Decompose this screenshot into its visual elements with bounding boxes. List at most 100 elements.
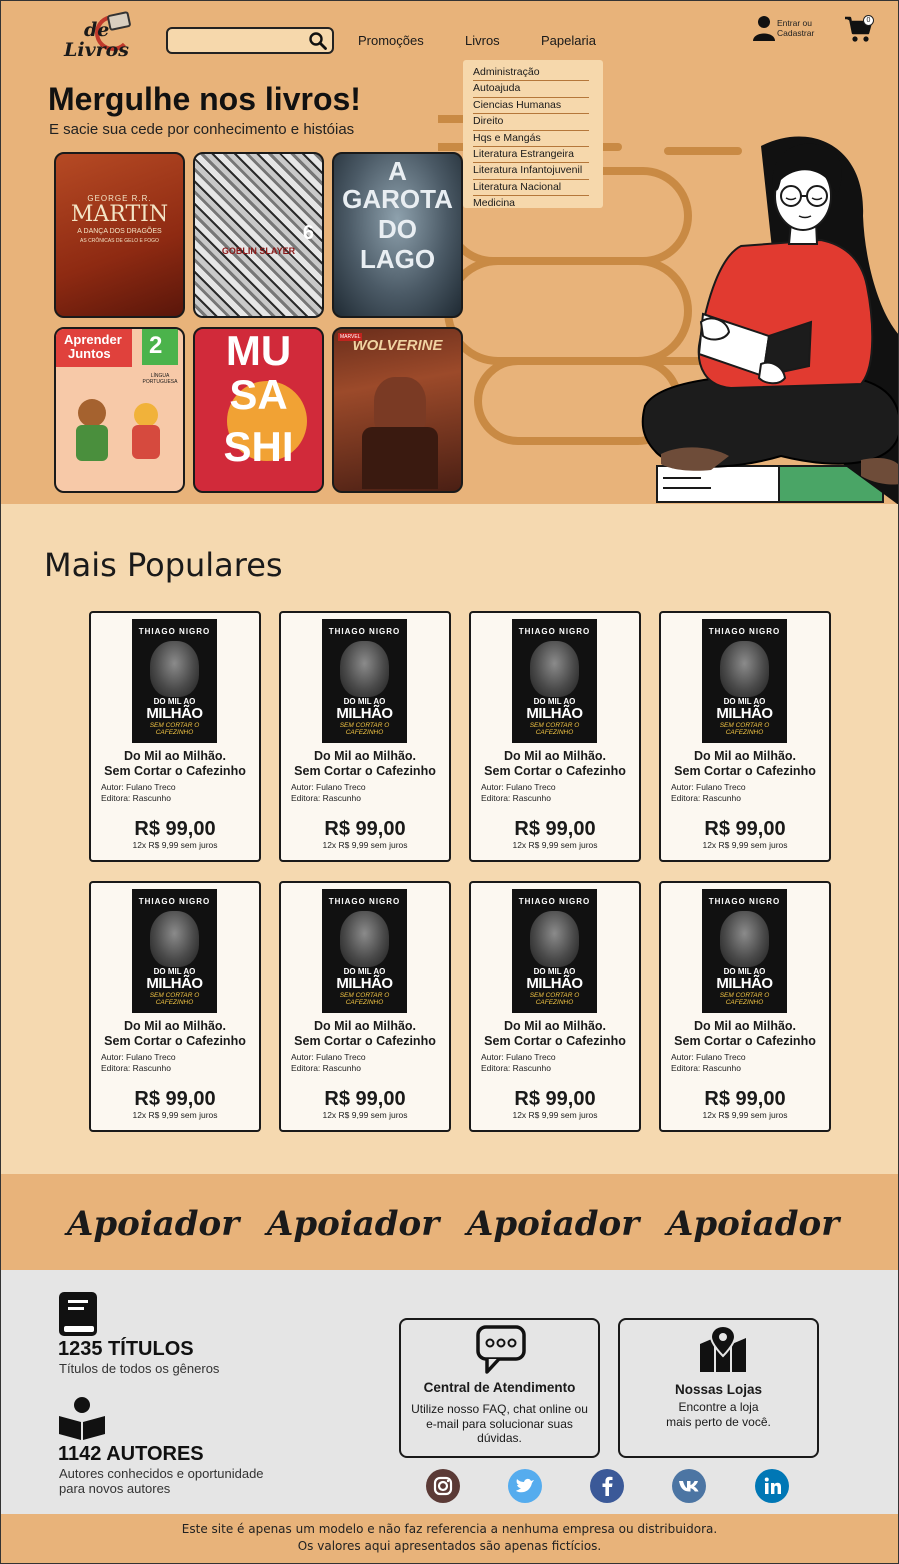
product-author: Autor: Fulano Treco [671, 1052, 746, 1062]
product-meta: Autor: Fulano Treco Editora: Rascunho [101, 782, 176, 804]
product-meta: Autor: Fulano Treco Editora: Rascunho [671, 1052, 746, 1074]
product-cover[interactable]: THIAGO NIGRO DO MIL AO MILHÃO SEM CORTAR O … [512, 889, 597, 1013]
vk-icon[interactable] [672, 1469, 706, 1503]
product-cover[interactable]: THIAGO NIGRO DO MIL AO MILHÃO SEM CORTAR O … [702, 889, 787, 1013]
product-meta: Autor: Fulano Treco Editora: Rascunho [291, 782, 366, 804]
product-card[interactable]: THIAGO NIGRO DO MIL AO MILHÃO SEM CORTAR O … [279, 611, 451, 862]
product-cover[interactable]: THIAGO NIGRO DO MIL AO MILHÃO SEM CORTAR O … [132, 619, 217, 743]
product-title-line2: Sem Cortar o Cafezinho [104, 1033, 246, 1048]
product-title[interactable]: Do Mil ao Milhão. Sem Cortar o Cafezinho [91, 1019, 259, 1048]
stores-box[interactable]: Nossas Lojas Encontre a loja mais perto … [618, 1318, 819, 1458]
support-box[interactable]: Central de Atendimento Utilize nosso FAQ… [399, 1318, 600, 1458]
product-cover[interactable]: THIAGO NIGRO DO MIL AO MILHÃO SEM CORTAR O … [512, 619, 597, 743]
dropdown-item-literatura-nacional[interactable]: Literatura Nacional [473, 180, 589, 197]
sponsors-bar: Apoiador Apoiador Apoiador Apoiador [0, 1174, 899, 1270]
footer: Este site é apenas um modelo e não faz r… [0, 1514, 899, 1564]
login-button[interactable]: Entrar ou Cadastrar [753, 15, 833, 45]
support-text: Utilize nosso FAQ, chat online ou e-mail… [411, 1402, 588, 1445]
dropdown-item-administracao[interactable]: Administração [473, 65, 589, 82]
twitter-icon[interactable] [508, 1469, 542, 1503]
product-price: R$ 99,00 [324, 1088, 406, 1110]
product-card[interactable]: THIAGO NIGRO DO MIL AO MILHÃO SEM CORTAR O … [469, 611, 641, 862]
login-label-line2: Cadastrar [777, 28, 815, 38]
book-cover-goblin-slayer[interactable]: 6 GOBLIN SLAYER [193, 152, 324, 318]
product-cover[interactable]: THIAGO NIGRO DO MIL AO MILHÃO SEM CORTAR O … [702, 619, 787, 743]
dropdown-item-direito[interactable]: Direito [473, 114, 589, 131]
product-card[interactable]: THIAGO NIGRO DO MIL AO MILHÃO SEM CORTAR O … [659, 611, 831, 862]
dropdown-item-hqs-mangas[interactable]: Hqs e Mangás [473, 131, 589, 148]
facebook-icon[interactable] [590, 1469, 624, 1503]
cover-subtitle: SEM CORTAR O CAFEZINHO [149, 992, 200, 1006]
cover-text: A DANÇA DOS DRAGÕES [77, 228, 162, 235]
livros-dropdown-menu: Administração Autoajuda Ciencias Humanas… [463, 60, 603, 211]
product-card[interactable]: THIAGO NIGRO DO MIL AO MILHÃO SEM CORTAR O … [659, 881, 831, 1132]
cover-portrait [340, 911, 389, 967]
product-title[interactable]: Do Mil ao Milhão. Sem Cortar o Cafezinho [661, 749, 829, 778]
product-meta: Autor: Fulano Treco Editora: Rascunho [481, 1052, 556, 1074]
nav-papelaria[interactable]: Papelaria [541, 33, 596, 48]
book-cover-martin[interactable]: GEORGE R.R. MARTIN A DANÇA DOS DRAGÕES A… [54, 152, 185, 318]
product-card[interactable]: THIAGO NIGRO DO MIL AO MILHÃO SEM CORTAR O … [469, 881, 641, 1132]
cover-title: MILHÃO [146, 975, 203, 992]
product-title[interactable]: Do Mil ao Milhão. Sem Cortar o Cafezinho [471, 749, 639, 778]
dropdown-item-medicina[interactable]: Medicina [473, 196, 589, 211]
product-cover[interactable]: THIAGO NIGRO DO MIL AO MILHÃO SEM CORTAR O … [322, 619, 407, 743]
cover-text: GOBLIN SLAYER [221, 246, 296, 256]
product-title[interactable]: Do Mil ao Milhão. Sem Cortar o Cafezinho [91, 749, 259, 778]
cover-title: MILHÃO [146, 705, 203, 722]
instagram-icon[interactable] [426, 1469, 460, 1503]
hero-subtitle: E sacie sua cede por conhecimento e hist… [49, 121, 355, 138]
book-cover-musashi[interactable]: MU SA SHI [193, 327, 324, 493]
product-title-line1: Do Mil ao Milhão. [123, 749, 227, 763]
product-publisher: Editora: Rascunho [481, 793, 551, 803]
cover-portrait [530, 641, 579, 697]
book-cover-aprender-juntos[interactable]: Aprender Juntos 2 LÍNGUA PORTUGUESA [54, 327, 185, 493]
product-title-line2: Sem Cortar o Cafezinho [104, 763, 246, 778]
header-hero: de Livros Promoções Livros Papelaria Adm… [0, 0, 899, 504]
dropdown-item-ciencias-humanas[interactable]: Ciencias Humanas [473, 98, 589, 115]
login-label-line1: Entrar ou [777, 18, 812, 28]
product-installments: 12x R$ 9,99 sem juros [132, 1110, 218, 1120]
product-price: R$ 99,00 [514, 1088, 596, 1110]
product-title[interactable]: Do Mil ao Milhão. Sem Cortar o Cafezinho [471, 1019, 639, 1048]
product-installments: 12x R$ 9,99 sem juros [702, 840, 788, 850]
sponsor-logo[interactable]: Apoiador [667, 1204, 839, 1244]
sponsor-logo[interactable]: Apoiador [67, 1204, 239, 1244]
cover-text: SHI [223, 423, 294, 470]
facebook-glyph [602, 1476, 613, 1496]
book-cover-wolverine[interactable]: WOLVERINE MARVEL [332, 327, 463, 493]
authors-description-line1: Autores conhecidos e oportunidade [59, 1466, 264, 1481]
product-card[interactable]: THIAGO NIGRO DO MIL AO MILHÃO SEM CORTAR O … [89, 611, 261, 862]
book-icon [59, 1292, 97, 1336]
product-title[interactable]: Do Mil ao Milhão. Sem Cortar o Cafezinho [281, 749, 449, 778]
stores-text-line1: Encontre a loja [678, 1400, 759, 1414]
nav-livros[interactable]: Livros [465, 33, 500, 48]
sponsor-logo[interactable]: Apoiador [467, 1204, 639, 1244]
product-cover[interactable]: THIAGO NIGRO DO MIL AO MILHÃO SEM CORTAR O … [322, 889, 407, 1013]
dropdown-item-literatura-infantojuvenil[interactable]: Literatura Infantojuvenil [473, 163, 589, 180]
product-cover[interactable]: THIAGO NIGRO DO MIL AO MILHÃO SEM CORTAR O … [132, 889, 217, 1013]
sponsor-logo[interactable]: Apoiador [267, 1204, 439, 1244]
product-author: Autor: Fulano Treco [291, 782, 366, 792]
product-author: Autor: Fulano Treco [671, 782, 746, 792]
nav-promocoes[interactable]: Promoções [358, 33, 424, 48]
product-title-line1: Do Mil ao Milhão. [313, 1019, 417, 1033]
product-installments: 12x R$ 9,99 sem juros [322, 840, 408, 850]
cover-text: 2 [149, 332, 163, 359]
site-logo[interactable]: de Livros [48, 7, 132, 65]
product-title[interactable]: Do Mil ao Milhão. Sem Cortar o Cafezinho [281, 1019, 449, 1048]
cover-text: DO [378, 214, 417, 244]
cover-subtitle: SEM CORTAR O CAFEZINHO [149, 722, 200, 736]
authors-description-line2: para novos autores [59, 1481, 171, 1496]
search-input[interactable] [166, 27, 334, 54]
search-icon[interactable] [308, 31, 328, 51]
linkedin-icon[interactable] [755, 1469, 789, 1503]
product-card[interactable]: THIAGO NIGRO DO MIL AO MILHÃO SEM CORTAR O … [89, 881, 261, 1132]
dropdown-item-literatura-estrangeira[interactable]: Literatura Estrangeira [473, 147, 589, 164]
cover-subtitle: SEM CORTAR O CAFEZINHO [529, 992, 580, 1006]
book-cover-garota-do-lago[interactable]: A GAROTA DO LAGO [332, 152, 463, 318]
product-card[interactable]: THIAGO NIGRO DO MIL AO MILHÃO SEM CORTAR O … [279, 881, 451, 1132]
cover-text: 6 [302, 222, 314, 244]
dropdown-item-autoajuda[interactable]: Autoajuda [473, 81, 589, 98]
product-title[interactable]: Do Mil ao Milhão. Sem Cortar o Cafezinho [661, 1019, 829, 1048]
